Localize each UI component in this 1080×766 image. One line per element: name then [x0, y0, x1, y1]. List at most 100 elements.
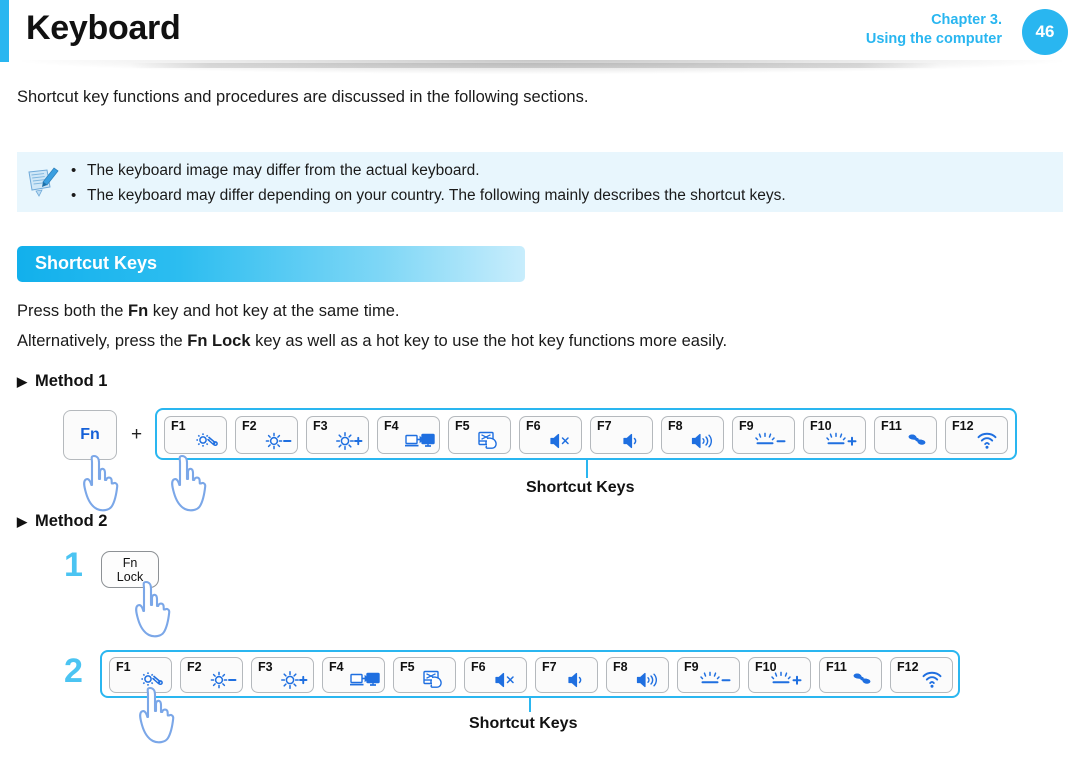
volume-mute-icon — [548, 430, 576, 450]
key-f5[interactable]: F5 — [448, 416, 511, 454]
key-f4-label: F4 — [329, 660, 344, 674]
method-2-callout-label: Shortcut Keys — [469, 715, 578, 732]
key-f7[interactable]: F7 — [590, 416, 653, 454]
triangle-bullet-icon: ▶ — [17, 374, 27, 389]
instruction-2-post: key as well as a hot key to use the hot … — [250, 332, 728, 350]
key-f6-label: F6 — [526, 419, 541, 433]
wireless-wifi-icon — [919, 669, 947, 689]
key-f7[interactable]: F7 — [535, 657, 598, 693]
touchpad-off-icon — [477, 430, 505, 450]
method-1-heading-label: Method 1 — [35, 372, 108, 390]
key-f8[interactable]: F8 — [606, 657, 669, 693]
touchpad-off-icon — [422, 669, 450, 689]
note-box: The keyboard image may differ from the a… — [17, 152, 1063, 212]
volume-down-icon — [564, 669, 592, 689]
fn-lock-line-1: Fn — [122, 555, 138, 570]
method-1-heading: ▶ Method 1 — [17, 372, 107, 391]
brightness-down-icon — [209, 669, 237, 689]
key-f12-label: F12 — [952, 419, 974, 433]
key-f2[interactable]: F2 — [180, 657, 243, 693]
key-f8[interactable]: F8 — [661, 416, 724, 454]
key-f1-label: F1 — [171, 419, 186, 433]
method-2-callout-line — [529, 698, 532, 712]
key-f12-label: F12 — [897, 660, 919, 674]
key-f10[interactable]: F10 — [748, 657, 811, 693]
key-f11-label: F11 — [826, 660, 847, 674]
key-f7-label: F7 — [542, 660, 557, 674]
key-f12[interactable]: F12 — [945, 416, 1008, 454]
method-2-heading-label: Method 2 — [35, 512, 108, 530]
plus-separator: + — [131, 424, 143, 445]
key-f9-label: F9 — [739, 419, 754, 433]
chapter-line-2: Using the computer — [865, 31, 1002, 47]
triangle-bullet-icon: ▶ — [17, 514, 27, 529]
key-f5[interactable]: F5 — [393, 657, 456, 693]
instruction-1-pre: Press both the — [17, 302, 128, 320]
fn-lock-line-2: Lock — [116, 569, 144, 584]
key-f6[interactable]: F6 — [464, 657, 527, 693]
fn-lock-key[interactable]: Fn Lock — [101, 551, 159, 588]
key-f9[interactable]: F9 — [732, 416, 795, 454]
volume-mute-icon — [493, 669, 521, 689]
key-f6[interactable]: F6 — [519, 416, 582, 454]
note-list: The keyboard image may differ from the a… — [65, 158, 1053, 208]
method-2-heading: ▶ Method 2 — [17, 512, 107, 531]
key-f6-label: F6 — [471, 660, 486, 674]
key-f3[interactable]: F3 — [306, 416, 369, 454]
key-f1[interactable]: F1 — [109, 657, 172, 693]
instruction-1-bold: Fn — [127, 302, 149, 320]
hand-pointer-icon — [72, 452, 134, 514]
external-display-icon — [350, 669, 380, 689]
method-2-shortcut-keys-row: F1 F2 F3 F4 F5 F6 F7 F8 F9 F10 F11 F12 — [100, 650, 960, 698]
key-f2-label: F2 — [242, 419, 257, 433]
page-number-badge: 46 — [1022, 9, 1068, 55]
keyboard-backlight-down-icon — [700, 667, 735, 687]
keyboard-backlight-up-icon — [826, 428, 861, 448]
note-item: The keyboard may differ depending on you… — [65, 183, 1053, 208]
chapter-reference: Chapter 3. Using the computer — [866, 11, 1002, 49]
method-1-callout-line — [586, 460, 589, 478]
key-f1[interactable]: F1 — [164, 416, 227, 454]
header-shadow-line — [130, 63, 940, 68]
page-header: Keyboard Chapter 3. Using the computer 4… — [0, 0, 1080, 74]
brightness-down-icon — [264, 430, 292, 450]
volume-up-icon — [690, 430, 718, 450]
intro-paragraph: Shortcut key functions and procedures ar… — [17, 88, 589, 106]
note-item: The keyboard image may differ from the a… — [65, 158, 1053, 183]
key-f3-label: F3 — [313, 419, 328, 433]
brightness-up-icon — [280, 669, 308, 689]
method-1-shortcut-keys-row: F1 F2 F3 F4 F5 F6 F7 F8 F9 F10 F11 F12 — [155, 408, 1017, 460]
key-f7-label: F7 — [597, 419, 612, 433]
fn-key[interactable]: Fn — [63, 410, 117, 460]
key-f2[interactable]: F2 — [235, 416, 298, 454]
external-display-icon — [405, 430, 435, 450]
instruction-2-pre: Alternatively, press the — [17, 332, 188, 350]
key-f8-label: F8 — [613, 660, 628, 674]
instruction-line-1: Press both the Fn key and hot key at the… — [17, 302, 399, 321]
key-f12[interactable]: F12 — [890, 657, 953, 693]
keyboard-backlight-up-icon — [771, 667, 806, 687]
step-2-number: 2 — [64, 652, 83, 690]
key-f4[interactable]: F4 — [377, 416, 440, 454]
key-f11[interactable]: F11 — [819, 657, 882, 693]
hand-pointer-icon — [160, 452, 222, 514]
method-1-keycaps: F1 F2 F3 F4 F5 F6 F7 F8 F9 F10 F11 F12 — [164, 416, 1016, 454]
note-pencil-icon — [23, 160, 63, 200]
page-title: Keyboard — [26, 9, 181, 47]
key-f10[interactable]: F10 — [803, 416, 866, 454]
key-f4[interactable]: F4 — [322, 657, 385, 693]
key-f9[interactable]: F9 — [677, 657, 740, 693]
instruction-2-bold: Fn Lock — [187, 332, 251, 350]
key-f5-label: F5 — [400, 660, 415, 674]
instruction-line-2: Alternatively, press the Fn Lock key as … — [17, 332, 727, 351]
volume-up-icon — [635, 669, 663, 689]
key-f11[interactable]: F11 — [874, 416, 937, 454]
keyboard-backlight-down-icon — [755, 428, 790, 448]
brightness-up-icon — [335, 430, 363, 450]
key-f4-label: F4 — [384, 419, 399, 433]
wireless-wifi-icon — [974, 430, 1002, 450]
header-accent-bar — [0, 0, 9, 62]
key-f3[interactable]: F3 — [251, 657, 314, 693]
fan-silent-mode-icon — [848, 669, 876, 689]
fan-silent-mode-icon — [903, 430, 931, 450]
